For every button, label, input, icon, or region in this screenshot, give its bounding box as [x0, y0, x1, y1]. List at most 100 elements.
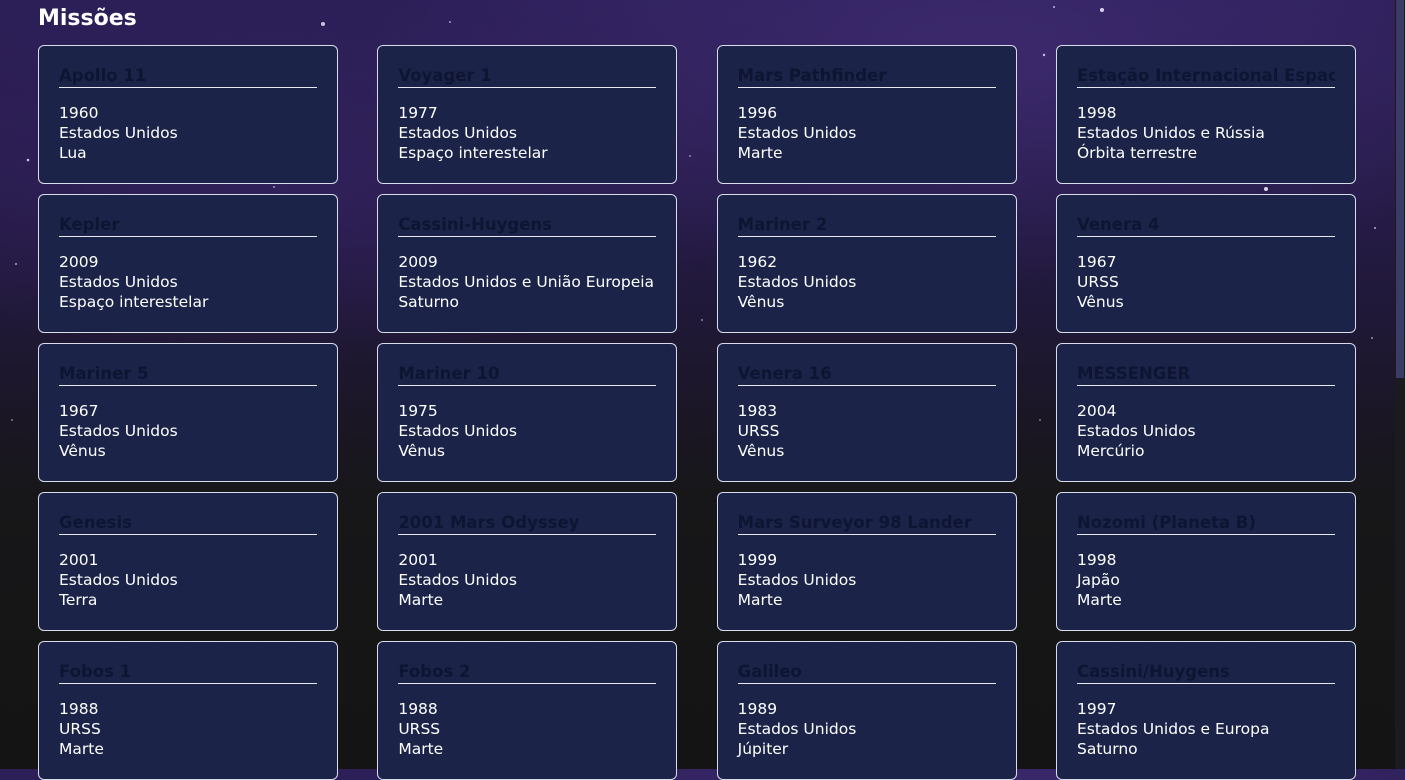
mission-name: MESSENGER — [1076, 363, 1335, 386]
mission-country: Estados Unidos — [398, 422, 517, 440]
mission-name: Fobos 2 — [398, 661, 657, 684]
mission-destination: Marte — [1076, 591, 1122, 609]
mission-card: Kepler 2009 Estados Unidos Espaço intere… — [38, 194, 338, 333]
mission-name: Venera 4 — [1076, 214, 1335, 237]
mission-name: Kepler — [59, 214, 317, 237]
mission-name: Mariner 2 — [737, 214, 996, 237]
mission-country: URSS — [398, 720, 441, 738]
mission-year: 1988 — [398, 700, 438, 718]
mission-country: Estados Unidos — [59, 422, 178, 440]
missions-grid: Apollo 11 1960 Estados Unidos Lua Voyage… — [38, 45, 1356, 780]
mission-year: 2004 — [1076, 402, 1117, 420]
mission-destination: Espaço interestelar — [59, 293, 209, 311]
mission-country: Japão — [1076, 571, 1120, 589]
mission-year: 1983 — [737, 402, 778, 420]
mission-destination: Júpiter — [737, 740, 789, 758]
mission-name: Apollo 11 — [59, 65, 317, 88]
mission-country: URSS — [737, 422, 780, 440]
mission-country: Estados Unidos — [59, 124, 178, 142]
mission-year: 1988 — [59, 700, 99, 718]
mission-card: Apollo 11 1960 Estados Unidos Lua — [38, 45, 338, 184]
mission-name: Cassini/Huygens — [1076, 661, 1335, 684]
mission-year: 1998 — [1076, 551, 1117, 569]
mission-name: Nozomi (Planeta B) — [1076, 512, 1335, 535]
mission-country: URSS — [59, 720, 101, 738]
mission-name: Venera 16 — [737, 363, 996, 386]
mission-destination: Saturno — [1076, 740, 1138, 758]
mission-card: Mariner 5 1967 Estados Unidos Vênus — [38, 343, 338, 482]
mission-year: 1999 — [737, 551, 778, 569]
mission-year: 1977 — [398, 104, 438, 122]
mission-year: 2009 — [398, 253, 438, 271]
mission-country: URSS — [1076, 273, 1119, 291]
mission-country: Estados Unidos — [737, 273, 857, 291]
mission-year: 1989 — [737, 700, 778, 718]
mission-year: 2001 — [59, 551, 99, 569]
mission-country: Estados Unidos e Europa — [1076, 720, 1270, 738]
mission-destination: Marte — [59, 740, 104, 758]
mission-country: Estados Unidos — [59, 571, 178, 589]
mission-card: 2001 Mars Odyssey 2001 Estados Unidos Ma… — [377, 492, 678, 631]
mission-destination: Vênus — [59, 442, 106, 460]
mission-destination: Terra — [59, 591, 98, 609]
mission-name: Fobos 1 — [59, 661, 317, 684]
mission-year: 1996 — [737, 104, 778, 122]
mission-name: 2001 Mars Odyssey — [398, 512, 657, 535]
mission-destination: Saturno — [398, 293, 459, 311]
mission-card: Venera 16 1983 URSS Vênus — [716, 343, 1017, 482]
mission-country: Estados Unidos — [398, 571, 517, 589]
mission-destination: Vênus — [737, 442, 785, 460]
mission-name: Genesis — [59, 512, 317, 535]
mission-destination: Espaço interestelar — [398, 144, 548, 162]
mission-name: Mariner 10 — [398, 363, 657, 386]
mission-name: Mars Surveyor 98 Lander — [737, 512, 996, 535]
mission-name: Galileo — [737, 661, 996, 684]
mission-card: Genesis 2001 Estados Unidos Terra — [38, 492, 338, 631]
mission-card: Fobos 2 1988 URSS Marte — [377, 641, 678, 780]
mission-card: Estação Internacional Espacial 1998 Esta… — [1055, 45, 1356, 184]
mission-card: Fobos 1 1988 URSS Marte — [38, 641, 338, 780]
mission-name: Mars Pathfinder — [737, 65, 996, 88]
mission-year: 1975 — [398, 402, 438, 420]
mission-year: 1998 — [1076, 104, 1117, 122]
mission-year: 2001 — [398, 551, 438, 569]
mission-card: Nozomi (Planeta B) 1998 Japão Marte — [1055, 492, 1356, 631]
mission-destination: Marte — [398, 740, 444, 758]
mission-year: 1967 — [59, 402, 99, 420]
mission-destination: Marte — [737, 144, 783, 162]
mission-country: Estados Unidos — [398, 124, 517, 142]
mission-country: Estados Unidos — [1076, 422, 1196, 440]
mission-destination: Mercúrio — [1076, 442, 1145, 460]
mission-card: Mariner 2 1962 Estados Unidos Vênus — [716, 194, 1017, 333]
mission-card: Mars Surveyor 98 Lander 1999 Estados Uni… — [716, 492, 1017, 631]
mission-destination: Vênus — [398, 442, 445, 460]
mission-name: Estação Internacional Espacial — [1076, 65, 1335, 88]
mission-card: Mariner 10 1975 Estados Unidos Vênus — [377, 343, 678, 482]
mission-year: 1960 — [59, 104, 99, 122]
mission-card: Voyager 1 1977 Estados Unidos Espaço int… — [377, 45, 678, 184]
mission-destination: Marte — [737, 591, 783, 609]
mission-destination: Lua — [59, 144, 87, 162]
vertical-scrollbar[interactable] — [1395, 0, 1405, 769]
mission-destination: Órbita terrestre — [1076, 144, 1198, 162]
mission-card: MESSENGER 2004 Estados Unidos Mercúrio — [1055, 343, 1356, 482]
page-title: Missões — [38, 6, 137, 31]
mission-card: Cassini-Huygens 2009 Estados Unidos e Un… — [377, 194, 678, 333]
mission-country: Estados Unidos e Rússia — [1076, 124, 1265, 142]
mission-card: Mars Pathfinder 1996 Estados Unidos Mart… — [716, 45, 1017, 184]
mission-card: Galileo 1989 Estados Unidos Júpiter — [716, 641, 1017, 780]
mission-country: Estados Unidos — [59, 273, 178, 291]
mission-name: Voyager 1 — [398, 65, 657, 88]
scrollbar-thumb[interactable] — [1396, 0, 1404, 378]
mission-country: Estados Unidos — [737, 720, 857, 738]
mission-destination: Vênus — [1076, 293, 1124, 311]
mission-destination: Vênus — [737, 293, 785, 311]
mission-year: 1962 — [737, 253, 778, 271]
mission-country: Estados Unidos e União Europeia — [398, 273, 655, 291]
mission-card: Venera 4 1967 URSS Vênus — [1055, 194, 1356, 333]
mission-year: 2009 — [59, 253, 99, 271]
mission-country: Estados Unidos — [737, 124, 857, 142]
mission-country: Estados Unidos — [737, 571, 857, 589]
mission-card: Cassini/Huygens 1997 Estados Unidos e Eu… — [1055, 641, 1356, 780]
mission-name: Cassini-Huygens — [398, 214, 657, 237]
